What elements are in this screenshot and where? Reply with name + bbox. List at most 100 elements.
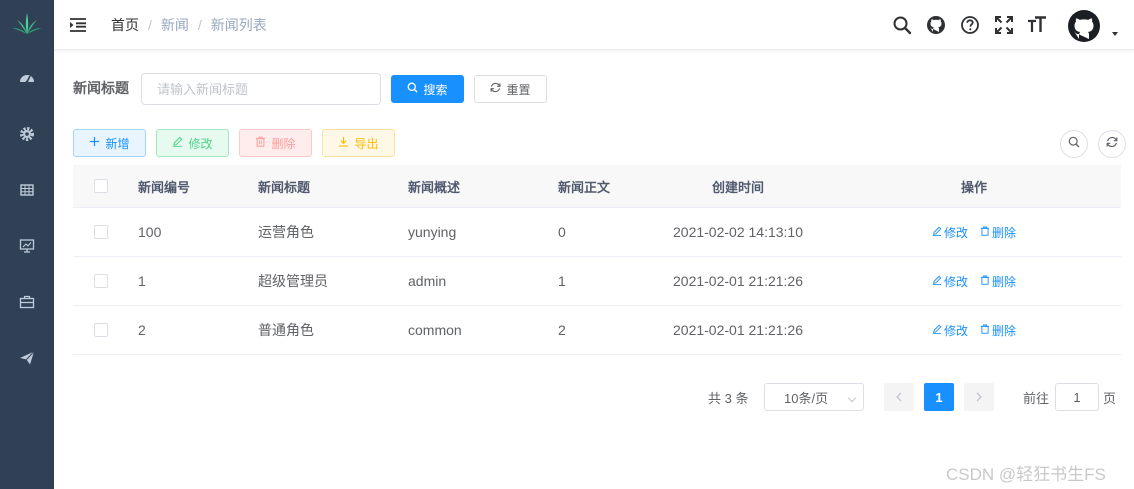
search-button[interactable]: 搜索 [391,75,464,103]
page-number-current[interactable]: 1 [924,383,954,411]
avatar[interactable] [1067,9,1101,43]
row-delete-label: 删除 [992,274,1017,289]
header-created: 创建时间 [711,179,764,195]
chevron-down-icon[interactable] [1112,32,1118,36]
row-edit-label: 修改 [943,225,968,240]
select-all-checkbox[interactable] [94,179,108,193]
edit-button-label: 修改 [188,136,213,151]
cell-body: 1 [558,273,566,289]
row-edit-label: 修改 [943,274,968,289]
row-checkbox[interactable] [94,323,108,337]
edit-icon [172,136,183,150]
download-icon [338,136,349,150]
pagination-total: 共 3 条 [708,390,749,406]
add-button-label: 新增 [105,136,130,151]
chevron-down-icon [847,393,857,403]
breadcrumb-separator: / [148,17,152,33]
paper-plane-icon[interactable] [19,350,35,366]
cell-created: 2021-02-01 21:21:26 [673,273,803,289]
goto-label: 前往 [1023,390,1050,406]
breadcrumb-news-list: 新闻列表 [210,17,267,33]
table-header: 新闻编号 新闻标题 新闻概述 新闻正文 创建时间 操作 [73,165,1121,208]
cell-created: 2021-02-01 21:21:26 [673,322,803,338]
hamburger-icon[interactable] [69,16,87,34]
search-icon [407,82,419,96]
add-button[interactable]: 新增 [73,129,146,157]
row-delete-label: 删除 [992,323,1017,338]
chevron-right-icon [975,390,983,405]
row-delete-link[interactable]: 删除 [980,224,1016,241]
news-title-label: 新闻标题 [73,80,129,96]
edit-icon [932,274,942,288]
news-table: 新闻编号 新闻标题 新闻概述 新闻正文 创建时间 操作 100 运营角色 yun… [73,165,1121,355]
page-size-value: 10条/页 [784,390,829,406]
logo-icon[interactable] [11,10,43,38]
row-delete-label: 删除 [992,225,1017,240]
row-checkbox[interactable] [94,274,108,288]
watermark: CSDN @轻狂书生FS [946,465,1106,484]
refresh-icon [490,82,501,96]
next-page-button[interactable] [964,383,994,411]
search-button-label: 搜索 [423,82,448,97]
row-delete-link[interactable]: 删除 [980,273,1016,290]
question-icon[interactable] [960,15,980,35]
reset-button-label: 重置 [506,82,531,97]
cell-body: 0 [558,224,566,240]
search-icon[interactable] [892,15,912,35]
trash-icon [980,225,990,239]
header-body: 新闻正文 [558,179,611,195]
cell-id: 1 [138,273,146,289]
page-size-select[interactable]: 10条/页 [764,383,864,411]
cell-id: 2 [138,322,146,338]
row-delete-link[interactable]: 删除 [980,322,1016,339]
monitor-icon[interactable] [19,238,35,254]
cell-summary: common [408,322,462,338]
table-row: 100 运营角色 yunying 0 2021-02-02 14:13:10 修… [73,208,1121,257]
row-edit-label: 修改 [943,323,968,338]
edit-button[interactable]: 修改 [156,129,229,157]
row-checkbox[interactable] [94,225,108,239]
cell-actions: 修改 删除 [913,257,1035,305]
gear-icon[interactable] [19,126,35,142]
header-actions: 操作 [960,179,987,195]
briefcase-icon[interactable] [19,294,35,310]
toggle-search-button[interactable] [1060,130,1088,158]
export-button[interactable]: 导出 [322,129,395,157]
search-icon [1068,135,1080,153]
breadcrumb: 首页 / 新闻 / 新闻列表 [111,16,267,34]
font-size-icon[interactable] [1027,15,1047,35]
breadcrumb-news[interactable]: 新闻 [161,17,189,33]
delete-button[interactable]: 删除 [239,129,312,157]
header-summary: 新闻概述 [408,179,461,195]
trash-icon [980,274,990,288]
row-edit-link[interactable]: 修改 [932,273,968,290]
goto-page-input[interactable]: 1 [1055,383,1099,411]
fullscreen-icon[interactable] [994,15,1014,35]
table-icon[interactable] [19,182,35,198]
cell-body: 2 [558,322,566,338]
github-icon[interactable] [926,15,946,35]
refresh-icon [1106,135,1118,153]
plus-icon [89,136,100,150]
cell-created: 2021-02-02 14:13:10 [673,224,803,240]
goto-unit-label: 页 [1103,390,1117,406]
cell-summary: admin [408,273,447,289]
edit-icon [932,323,942,337]
cell-actions: 修改 删除 [913,208,1035,256]
breadcrumb-separator: / [197,17,202,33]
refresh-button[interactable] [1098,130,1126,158]
edit-icon [932,225,942,239]
chevron-left-icon [895,390,903,405]
cell-title: 运营角色 [258,224,314,240]
news-title-input[interactable] [141,73,381,105]
dashboard-icon[interactable] [19,70,35,86]
cell-title: 普通角色 [258,322,314,338]
breadcrumb-home[interactable]: 首页 [111,17,139,33]
row-edit-link[interactable]: 修改 [932,224,968,241]
reset-button[interactable]: 重置 [474,75,547,103]
delete-button-label: 删除 [271,136,296,151]
table-row: 2 普通角色 common 2 2021-02-01 21:21:26 修改 删… [73,306,1121,355]
row-edit-link[interactable]: 修改 [932,322,968,339]
cell-actions: 修改 删除 [913,306,1035,354]
prev-page-button[interactable] [884,383,914,411]
